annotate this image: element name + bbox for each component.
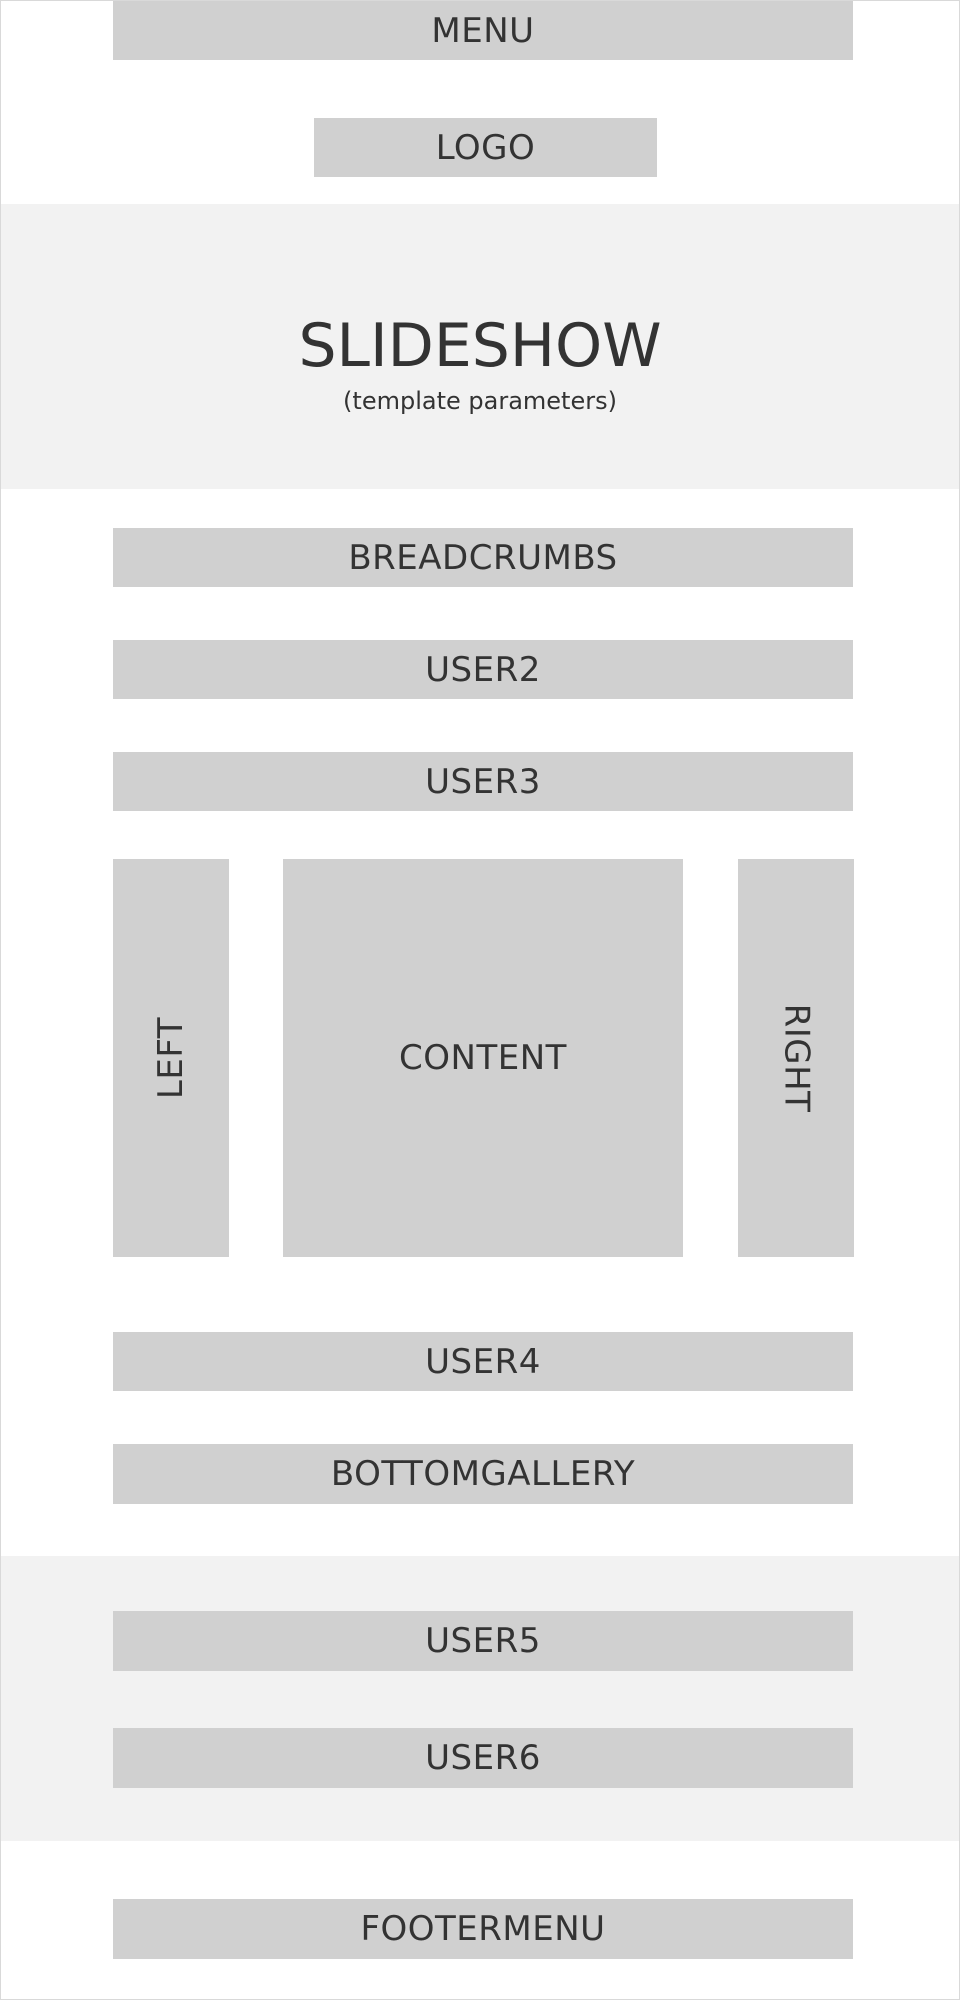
user5-user6-band <box>1 1556 959 1841</box>
content-block: CONTENT <box>283 859 683 1257</box>
slideshow-title: SLIDESHOW <box>298 311 662 381</box>
user2-label: USER2 <box>425 649 541 690</box>
user6-label: USER6 <box>425 1738 541 1778</box>
right-label: RIGHT <box>776 1003 816 1113</box>
footermenu-block: FOOTERMENU <box>113 1899 853 1959</box>
left-block: LEFT <box>113 859 229 1257</box>
menu-block: MENU <box>113 1 853 60</box>
user3-block: USER3 <box>113 752 853 811</box>
bottomgallery-label: BOTTOMGALLERY <box>330 1454 636 1494</box>
user3-label: USER3 <box>425 761 541 802</box>
right-block: RIGHT <box>738 859 854 1257</box>
menu-label: MENU <box>431 10 535 51</box>
user5-block: USER5 <box>113 1611 853 1671</box>
content-label: CONTENT <box>399 1038 567 1078</box>
user6-block: USER6 <box>113 1728 853 1788</box>
slideshow-subtitle: (template parameters) <box>343 387 617 415</box>
footermenu-label: FOOTERMENU <box>360 1909 606 1949</box>
breadcrumbs-label: BREADCRUMBS <box>348 537 618 578</box>
logo-block: LOGO <box>314 118 657 177</box>
template-layout-diagram: MENU LOGO SLIDESHOW (template parameters… <box>0 0 960 2000</box>
logo-label: LOGO <box>435 127 536 168</box>
left-label: LEFT <box>151 1016 191 1100</box>
user5-label: USER5 <box>425 1621 541 1661</box>
bottomgallery-block: BOTTOMGALLERY <box>113 1444 853 1504</box>
user4-label: USER4 <box>425 1341 541 1382</box>
user4-block: USER4 <box>113 1332 853 1391</box>
breadcrumbs-block: BREADCRUMBS <box>113 528 853 587</box>
user2-block: USER2 <box>113 640 853 699</box>
